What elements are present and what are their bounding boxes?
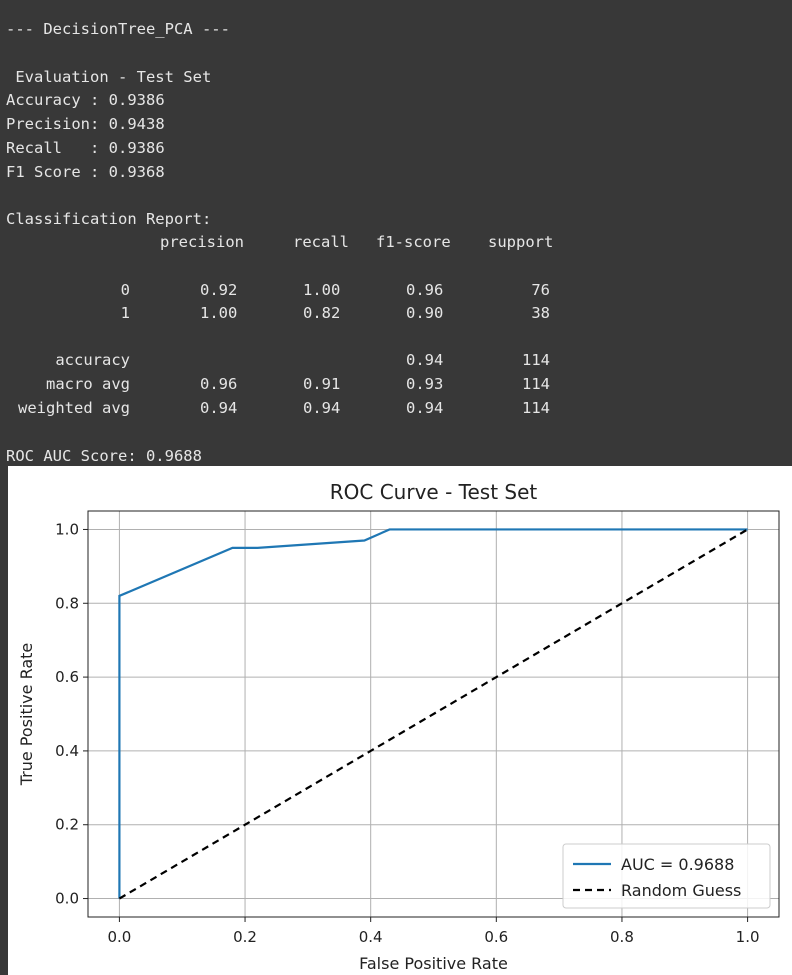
report-cell-support: 114 xyxy=(522,375,550,393)
y-tick-label: 0.8 xyxy=(55,594,79,612)
report-cell-support: 114 xyxy=(522,351,550,369)
report-cell-support: 38 xyxy=(531,304,550,322)
metric-precision: Precision: 0.9438 xyxy=(6,114,165,134)
report-cell-recall: 0.82 xyxy=(303,304,341,322)
report-cell-f1: 0.93 xyxy=(406,375,444,393)
report-cell-recall: 0.91 xyxy=(303,375,341,393)
legend-label: Random Guess xyxy=(621,881,741,900)
y-tick-label: 0.4 xyxy=(55,742,79,760)
roc-chart-svg: 0.0 0.2 0.4 0.6 0.8 1.0 0.0 0.2 0.4 0.6 0.8 1.0 ROC… xyxy=(8,466,792,975)
evaluation-title: Evaluation - Test Set xyxy=(6,68,212,86)
report-title: Classification Report: xyxy=(6,210,212,228)
metric-label: F1 Score : xyxy=(6,163,109,181)
x-tick-label: 0.4 xyxy=(359,928,383,946)
roc-chart: 0.0 0.2 0.4 0.6 0.8 1.0 0.0 0.2 0.4 0.6 0.8 1.0 ROC… xyxy=(8,466,792,975)
report-cell-precision: 0.92 xyxy=(200,281,238,299)
legend-label: AUC = 0.9688 xyxy=(621,855,734,874)
y-tick-label: 0.0 xyxy=(55,890,79,908)
x-axis-label: False Positive Rate xyxy=(359,954,508,973)
console-output: --- DecisionTree_PCA --- Evaluation - Te… xyxy=(0,0,792,466)
report-cell-precision: 0.96 xyxy=(200,375,238,393)
x-tick-label: 0.0 xyxy=(107,928,131,946)
y-tick-label: 0.6 xyxy=(55,668,79,686)
report-cell-recall: 0.94 xyxy=(303,399,341,417)
metric-label: Accuracy : xyxy=(6,91,109,109)
report-cell-f1: 0.94 xyxy=(406,399,444,417)
report-cell-f1: 0.96 xyxy=(406,281,444,299)
metric-value: 0.9368 xyxy=(108,163,165,181)
report-col-support: support xyxy=(488,233,554,251)
y-tick-label: 0.2 xyxy=(55,816,79,834)
chart-title: ROC Curve - Test Set xyxy=(330,480,538,504)
y-axis-label: True Positive Rate xyxy=(17,643,36,787)
x-tick-label: 0.2 xyxy=(233,928,257,946)
legend: AUC = 0.9688 Random Guess xyxy=(562,843,771,909)
x-tick-label: 1.0 xyxy=(736,928,760,946)
report-row-label: weighted avg xyxy=(18,399,130,417)
metric-value: 0.9386 xyxy=(108,91,165,109)
metric-label: Precision: xyxy=(6,115,109,133)
y-tick-label: 1.0 xyxy=(55,520,79,538)
report-col-recall: recall xyxy=(293,233,349,251)
report-col-f1: f1-score xyxy=(376,233,451,251)
x-tick-label: 0.8 xyxy=(610,928,634,946)
report-cell-precision: 0.94 xyxy=(200,399,238,417)
report-row-label: 0 xyxy=(120,281,130,299)
report-cell-f1: 0.94 xyxy=(406,351,444,369)
report-cell-support: 76 xyxy=(531,281,550,299)
report-row-label: accuracy xyxy=(55,351,130,369)
metric-label: Recall : xyxy=(6,139,109,157)
metric-value: 0.9438 xyxy=(108,115,165,133)
report-cell-f1: 0.90 xyxy=(406,304,444,322)
report-row-label: macro avg xyxy=(46,375,130,393)
report-row-label: 1 xyxy=(120,304,130,322)
report-cell-support: 114 xyxy=(522,399,550,417)
metric-accuracy: Accuracy : 0.9386 xyxy=(6,90,165,110)
report-col-precision: precision xyxy=(160,233,244,251)
metric-f1: F1 Score : 0.9368 xyxy=(6,162,165,182)
report-cell-precision: 1.00 xyxy=(200,304,238,322)
x-tick-label: 0.6 xyxy=(484,928,508,946)
metric-value: 0.9386 xyxy=(108,139,165,157)
metric-recall: Recall : 0.9386 xyxy=(6,138,165,158)
roc-auc-score: ROC AUC Score: 0.9688 xyxy=(6,447,202,465)
report-cell-recall: 1.00 xyxy=(303,281,341,299)
model-header: --- DecisionTree_PCA --- xyxy=(6,20,230,38)
